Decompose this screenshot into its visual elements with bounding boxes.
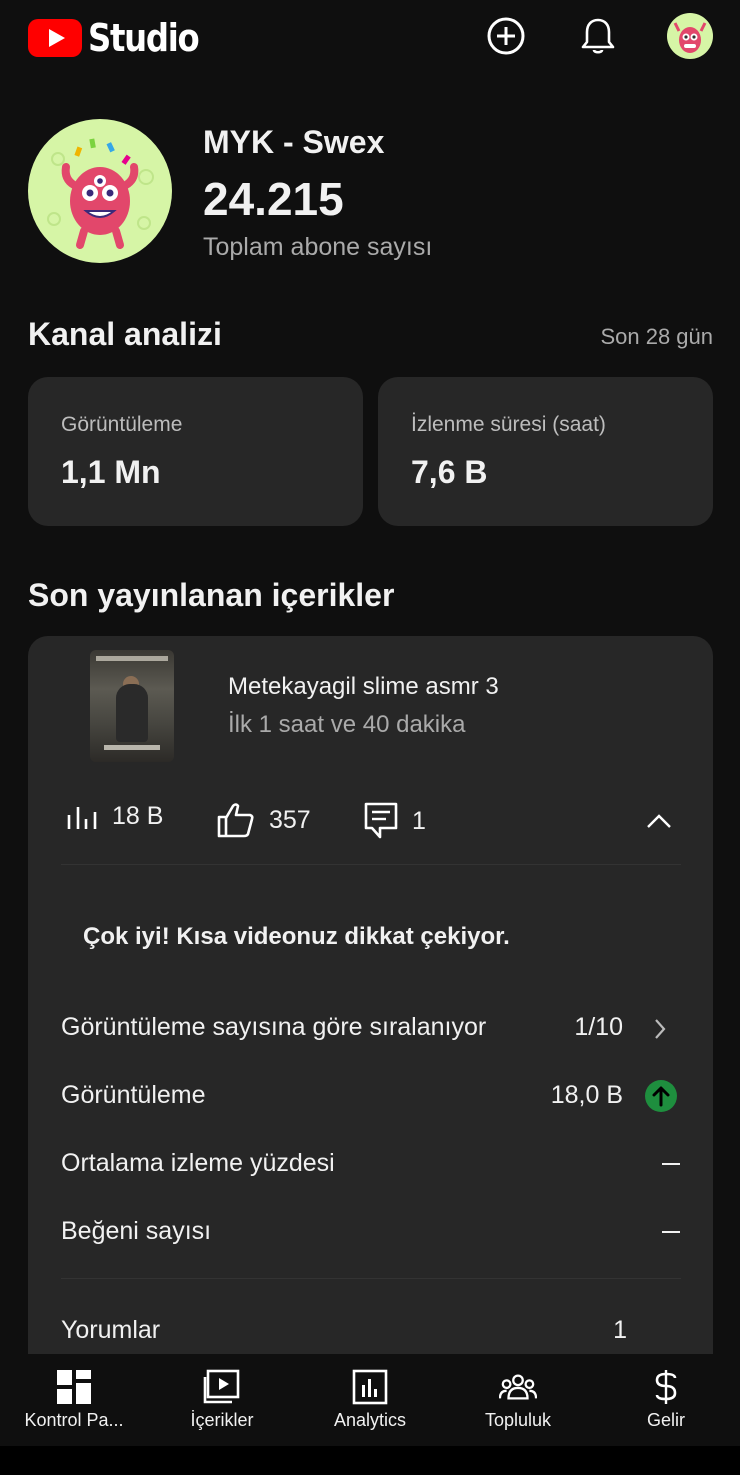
youtube-play-icon [28, 19, 82, 57]
recent-video-card: Metekayagil slime asmr 3 İlk 1 saat ve 4… [28, 636, 713, 1396]
nav-item-community[interactable]: Topluluk [444, 1354, 592, 1446]
analytics-period: Son 28 gün [600, 324, 713, 349]
nav-label: Gelir [646, 1410, 685, 1430]
avg-view-percent-row-label: Ortalama izleme yüzdesi [61, 1149, 335, 1177]
channel-avatar[interactable] [28, 119, 172, 263]
community-icon [499, 1368, 537, 1406]
nav-label: İçerikler [190, 1410, 254, 1430]
views-metric: 18 B [66, 802, 163, 831]
studio-logo[interactable]: Studio [28, 16, 218, 60]
nav-label: Kontrol Pa... [24, 1410, 124, 1430]
chevron-up-icon[interactable] [645, 812, 673, 835]
divider [61, 1278, 681, 1279]
performance-message: Çok iyi! Kısa videonuz dikkat çekiyor. [83, 923, 510, 950]
earn-icon [647, 1368, 685, 1406]
comment-icon [364, 802, 398, 839]
subscriber-label: Toplam abone sayısı [203, 233, 433, 261]
dashboard-icon [55, 1368, 93, 1406]
subscriber-count: 24.215 [203, 173, 344, 225]
chevron-right-icon[interactable] [652, 1017, 668, 1046]
top-app-bar: Studio [0, 0, 740, 80]
create-icon[interactable] [484, 14, 528, 58]
views-row-value: 18,0 B [550, 1081, 623, 1109]
comments-row-value: 1 [613, 1316, 627, 1344]
analytics-icon [351, 1368, 389, 1406]
likes-row-label: Beğeni sayısı [61, 1217, 212, 1245]
stat-label: İzlenme süresi (saat) [411, 413, 606, 436]
like-icon [217, 803, 254, 838]
nav-item-dashboard[interactable]: Kontrol Pa... [0, 1354, 148, 1446]
bottom-navigation: Kontrol Pa... İçerikler Analytics Toplul… [0, 1354, 740, 1446]
notifications-icon[interactable] [576, 14, 620, 58]
nav-item-earn[interactable]: Gelir [592, 1354, 740, 1446]
likes-value: 357 [269, 805, 311, 834]
likes-row-empty [662, 1231, 680, 1233]
video-title[interactable]: Metekayagil slime asmr 3 [228, 673, 499, 701]
logo-text: Studio [88, 16, 200, 60]
views-stat-card[interactable]: Görüntüleme 1,1 Mn [28, 377, 363, 526]
stat-label: Görüntüleme [61, 413, 183, 436]
divider [61, 864, 681, 865]
comments-value: 1 [412, 806, 426, 835]
video-age: İlk 1 saat ve 40 dakika [228, 711, 466, 738]
account-avatar[interactable] [667, 13, 713, 59]
nav-item-analytics[interactable]: Analytics [296, 1354, 444, 1446]
channel-name: MYK - Swex [203, 124, 385, 160]
views-row-label: Görüntüleme [61, 1081, 206, 1109]
nav-label: Topluluk [484, 1410, 552, 1430]
trend-up-icon [645, 1080, 677, 1117]
rank-row-value: 1/10 [574, 1013, 623, 1041]
views-value: 18 B [112, 802, 164, 830]
system-gesture-bar [0, 1446, 740, 1475]
comments-metric: 1 [364, 802, 426, 840]
nav-label: Analytics [333, 1410, 407, 1430]
video-thumbnail[interactable] [90, 650, 174, 762]
views-bars-icon [67, 806, 97, 829]
content-icon [203, 1368, 241, 1406]
stat-value: 7,6 B [411, 454, 488, 490]
stat-value: 1,1 Mn [61, 454, 161, 490]
nav-item-content[interactable]: İçerikler [148, 1354, 296, 1446]
comments-row-label: Yorumlar [61, 1316, 161, 1344]
likes-metric: 357 [217, 802, 311, 838]
rank-row-label[interactable]: Görüntüleme sayısına göre sıralanıyor [61, 1013, 486, 1042]
recent-content-title: Son yayınlanan içerikler [28, 577, 395, 613]
avg-view-percent-empty [662, 1163, 680, 1165]
analytics-section-title: Kanal analizi [28, 316, 222, 352]
watch-time-stat-card[interactable]: İzlenme süresi (saat) 7,6 B [378, 377, 713, 526]
